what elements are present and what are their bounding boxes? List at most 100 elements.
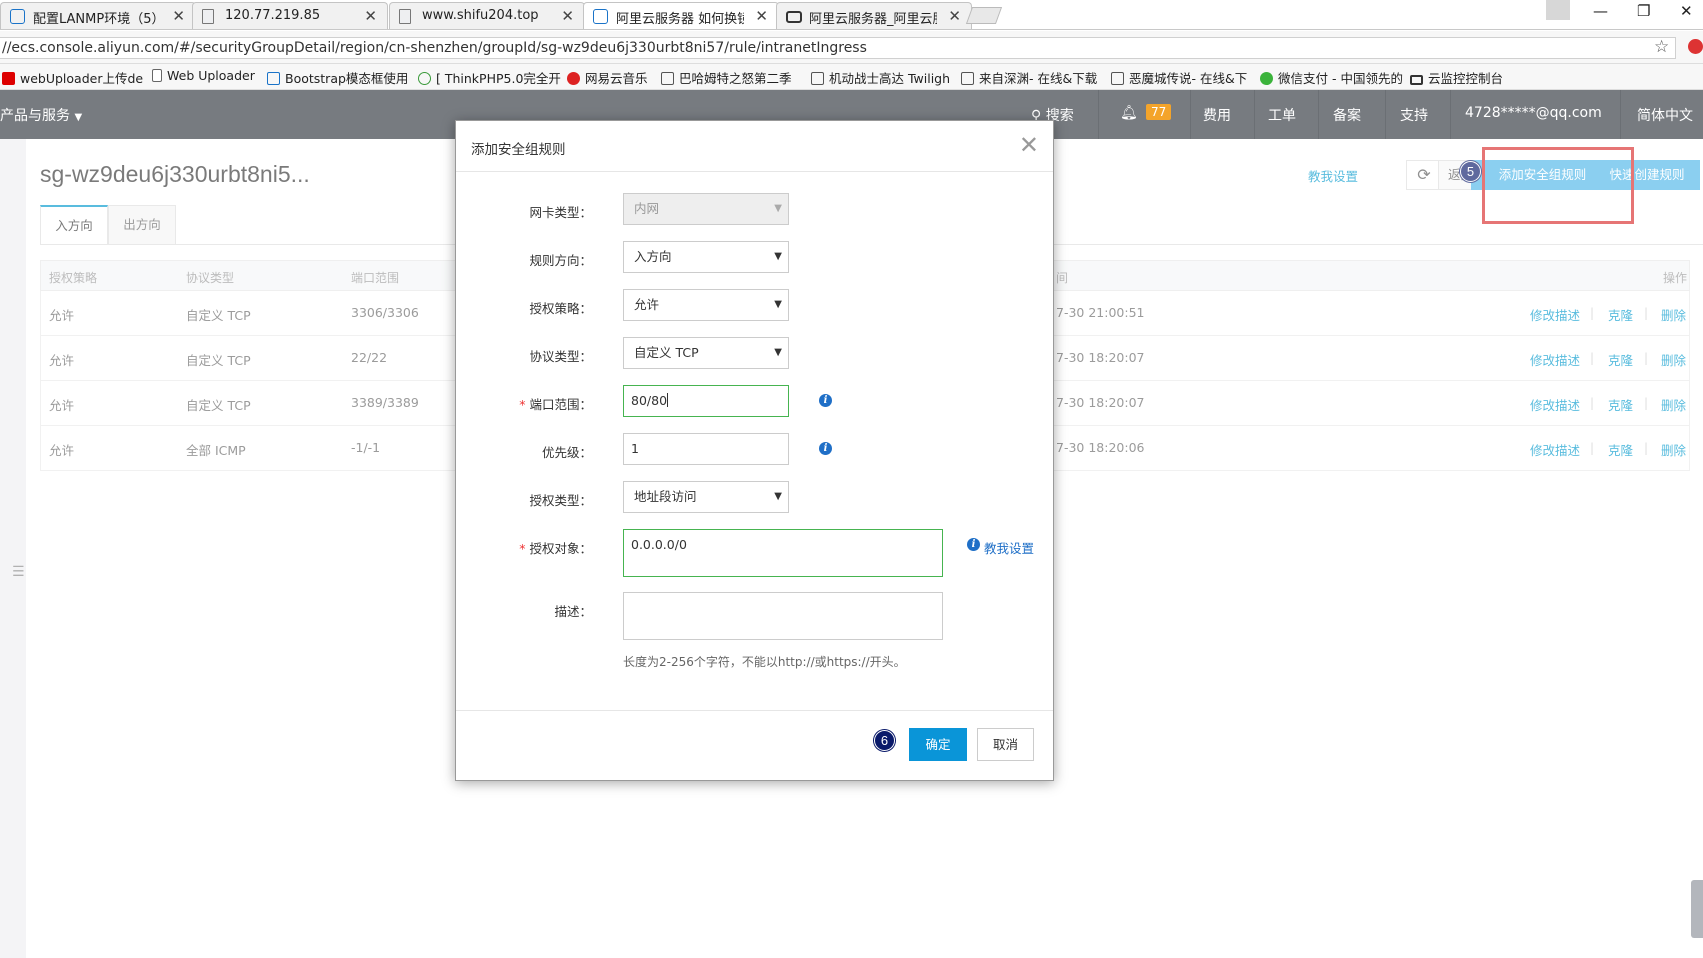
auth-type-value: 地址段访问 <box>634 489 697 504</box>
dialog-footer-divider <box>456 710 1053 711</box>
minimize-icon[interactable]: — <box>1593 2 1608 20</box>
protocol-value: 自定义 TCP <box>634 345 699 360</box>
site-favicon-icon <box>10 9 25 24</box>
site-favicon-icon <box>267 72 280 85</box>
auth-object-label-text: 授权对象： <box>529 541 592 556</box>
video-site-icon <box>1111 72 1124 85</box>
browser-tab-title: 120.77.219.85 <box>225 8 321 23</box>
close-icon[interactable]: ✕ <box>364 7 377 25</box>
bell-icon[interactable]: 🔔︎ <box>1120 105 1138 121</box>
port-range-input[interactable]: 80/80 <box>623 385 789 417</box>
priority-label: 优先级： <box>541 445 592 460</box>
bookmark-label: [ ThinkPHP5.0完全开 <box>436 71 561 86</box>
window-close-icon[interactable]: ✕ <box>1680 2 1693 20</box>
notification-badge: 77 <box>1146 104 1172 120</box>
caret-down-icon: ▼ <box>74 112 83 123</box>
nav-divider <box>1620 90 1621 139</box>
direction-select[interactable]: 入方向 ▼ <box>623 241 789 273</box>
products-menu[interactable]: 产品与服务 ▼ <box>0 105 82 125</box>
netease-music-icon <box>567 72 580 85</box>
bookmark-label: Web Uploader <box>167 68 255 83</box>
page-icon <box>152 69 162 82</box>
nav-item-support[interactable]: 支持 <box>1400 105 1428 125</box>
info-icon[interactable]: i <box>819 442 832 455</box>
nav-item-tickets[interactable]: 工单 <box>1268 105 1296 125</box>
browser-tab[interactable]: 配置LANMP环境（5）- ✕ <box>0 2 196 29</box>
bookmark-label: Bootstrap模态框使用 <box>285 71 409 86</box>
teach-me-link[interactable]: 教我设置 <box>984 538 1034 557</box>
bookmarks-bar: webUploader上传de Web Uploader Bootstrap模态… <box>0 64 1703 90</box>
browser-tab-strip: 配置LANMP环境（5）- ✕ 120.77.219.85 ✕ www.shif… <box>0 0 1703 30</box>
browser-tab-title: 阿里云服务器 如何换镜像 <box>616 12 744 27</box>
description-input[interactable] <box>623 592 943 640</box>
protocol-select[interactable]: 自定义 TCP ▼ <box>623 337 789 369</box>
policy-value: 允许 <box>634 297 660 312</box>
bookmark-item[interactable]: 巴哈姆特之怒第二季 <box>661 68 792 87</box>
info-icon[interactable]: i <box>819 394 832 407</box>
bookmark-item[interactable]: [ ThinkPHP5.0完全开 <box>418 68 561 87</box>
bookmark-item[interactable]: 机动战士高达 Twiligh <box>811 68 950 87</box>
bookmark-label: 网易云音乐 <box>585 71 648 86</box>
address-bar-row: //ecs.console.aliyun.com/#/securityGroup… <box>0 31 1703 64</box>
policy-select[interactable]: 允许 ▼ <box>623 289 789 321</box>
address-bar[interactable]: //ecs.console.aliyun.com/#/securityGroup… <box>0 37 1676 59</box>
bookmark-item[interactable]: Web Uploader <box>152 68 255 83</box>
auth-type-label: 授权类型： <box>529 493 592 508</box>
description-label: 描述： <box>554 604 592 619</box>
close-icon[interactable]: ✕ <box>561 7 574 25</box>
close-icon[interactable]: ✕ <box>172 7 185 25</box>
bookmark-label: 巴哈姆特之怒第二季 <box>679 71 792 86</box>
port-range-label: * 端口范围： <box>456 394 592 413</box>
nav-item-billing[interactable]: 费用 <box>1203 105 1231 125</box>
auth-object-label: * 授权对象： <box>456 538 592 557</box>
browser-tab[interactable]: www.shifu204.top ✕ <box>389 2 585 29</box>
chevron-down-icon: ▼ <box>774 203 782 214</box>
page-icon <box>202 9 214 24</box>
required-asterisk: * <box>519 397 526 412</box>
bookmark-item[interactable]: 恶魔城传说- 在线&下 <box>1111 68 1247 87</box>
browser-tab[interactable]: 阿里云服务器_阿里云服务 ✕ <box>776 2 972 29</box>
auth-type-select[interactable]: 地址段访问 ▼ <box>623 481 789 513</box>
bookmark-item[interactable]: Bootstrap模态框使用 <box>267 68 408 87</box>
restore-icon[interactable]: ❐ <box>1637 2 1650 20</box>
close-icon[interactable]: ✕ <box>755 7 768 25</box>
video-site-icon <box>811 72 824 85</box>
chevron-down-icon: ▼ <box>774 251 782 262</box>
bookmark-item[interactable]: 云监控控制台 <box>1410 68 1503 87</box>
bookmark-item[interactable]: 网易云音乐 <box>567 68 648 87</box>
profile-icon[interactable] <box>1546 0 1570 20</box>
bookmark-label: 云监控控制台 <box>1428 71 1504 86</box>
text-cursor <box>667 393 669 407</box>
confirm-button[interactable]: 确定 <box>909 728 967 761</box>
bookmark-star-icon[interactable]: ☆ <box>1654 37 1669 57</box>
direction-label: 规则方向： <box>529 253 592 268</box>
account-menu[interactable]: 4728*****@qq.com <box>1465 105 1602 121</box>
bookmark-label: 机动战士高达 Twiligh <box>829 71 951 86</box>
extension-icon[interactable] <box>1688 39 1703 54</box>
bookmark-item[interactable]: 微信支付 - 中国领先的 <box>1260 68 1403 87</box>
language-menu[interactable]: 简体中文 <box>1637 105 1693 125</box>
browser-tab[interactable]: 120.77.219.85 ✕ <box>192 2 388 29</box>
auth-object-input[interactable]: 0.0.0.0/0 <box>623 529 943 577</box>
required-asterisk: * <box>519 541 526 556</box>
browser-tab-active[interactable]: 阿里云服务器 如何换镜像 ✕ <box>583 2 779 29</box>
close-icon[interactable]: ✕ <box>1019 131 1039 159</box>
priority-input[interactable]: 1 <box>623 433 789 465</box>
chevron-down-icon: ▼ <box>774 347 782 358</box>
close-icon[interactable]: ✕ <box>948 7 961 25</box>
nav-item-filing[interactable]: 备案 <box>1333 105 1361 125</box>
info-icon: i <box>967 538 980 551</box>
chevron-down-icon: ▼ <box>774 299 782 310</box>
nav-divider <box>1098 90 1099 139</box>
protocol-label: 协议类型： <box>529 349 592 364</box>
browser-tab-title: 配置LANMP环境（5）- <box>33 12 161 27</box>
cancel-button[interactable]: 取消 <box>977 728 1034 761</box>
step-marker-6: 6 <box>874 730 895 751</box>
bookmark-label: 来自深渊- 在线&下载 <box>979 71 1098 86</box>
thinkphp-icon <box>418 72 431 85</box>
bookmark-label: 微信支付 - 中国领先的 <box>1278 71 1403 86</box>
direction-value: 入方向 <box>634 249 672 264</box>
new-tab-button[interactable] <box>965 7 1003 24</box>
bookmark-item[interactable]: 来自深渊- 在线&下载 <box>961 68 1097 87</box>
bookmark-item[interactable]: webUploader上传de <box>2 68 143 87</box>
